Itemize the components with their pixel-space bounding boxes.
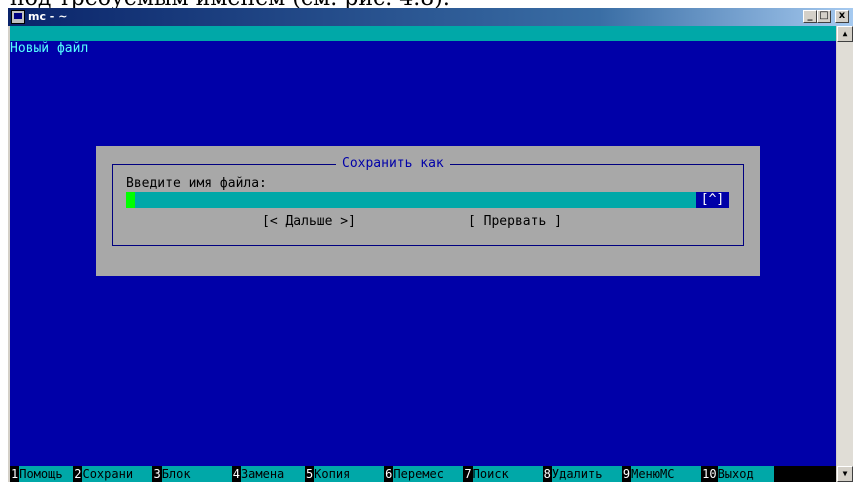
window-title: mc - ~ — [28, 10, 68, 23]
fkey-number: 7 — [463, 466, 473, 482]
minimize-button[interactable]: _ — [803, 10, 817, 23]
fkey-label: Перемес — [393, 466, 464, 482]
fkey-label: Блок — [161, 466, 232, 482]
fkey-number: 5 — [304, 466, 315, 482]
mc-window: mc - ~ _ □ x [-M--] 10 L:[ 1+ 0 1/ 1] *(… — [8, 8, 853, 482]
fkey-label: Выход — [717, 466, 774, 482]
close-button[interactable]: x — [835, 10, 849, 23]
fkey-search[interactable]: 7 Поиск — [463, 466, 543, 482]
fkey-label: Поиск — [472, 466, 543, 482]
text-cursor — [126, 192, 135, 208]
terminal-app-icon[interactable] — [11, 10, 25, 24]
fkey-move[interactable]: 6 Перемес — [384, 466, 464, 482]
fkey-number: 10 — [701, 466, 718, 482]
fkey-help[interactable]: 1 Помощь — [10, 466, 74, 482]
fkey-copy[interactable]: 5 Копия — [304, 466, 385, 482]
editor-status-line: [-M--] 10 L:[ 1+ 0 1/ 1] *(10 / 10b)= <E… — [10, 26, 836, 56]
title-bar[interactable]: mc - ~ _ □ x — [8, 8, 853, 26]
save-as-dialog: Сохранить как Введите имя файла: [^] [< … — [96, 146, 760, 276]
filename-input[interactable] — [126, 192, 726, 208]
fkey-number: 9 — [621, 466, 632, 482]
fkey-replace[interactable]: 4 Замена — [231, 466, 305, 482]
fkey-label: Удалить — [551, 466, 622, 482]
fkey-label: МенюМС — [631, 466, 702, 482]
file-name-label: Новый файл — [10, 41, 89, 56]
cancel-button[interactable]: [ Прервать ] — [468, 214, 562, 229]
next-button[interactable]: [< Дальше >] — [262, 214, 356, 229]
fkey-exit[interactable]: 10 Выход — [701, 466, 774, 482]
dialog-title: Сохранить как — [336, 156, 450, 171]
fkey-number: 2 — [73, 466, 83, 482]
fkey-label: Помощь — [19, 466, 74, 482]
fkey-delete[interactable]: 8 Удалить — [542, 466, 622, 482]
scroll-down-icon[interactable]: ▼ — [837, 466, 853, 482]
fkey-label: Замена — [240, 466, 305, 482]
history-button[interactable]: [^] — [696, 192, 729, 208]
fkey-number: 4 — [231, 466, 241, 482]
maximize-button[interactable]: □ — [817, 10, 831, 23]
fkey-label: Сохрани — [82, 466, 153, 482]
fkey-number: 3 — [152, 466, 162, 482]
document-caption: под требуемым именем (см. рис. 4.8). — [0, 0, 853, 8]
status-text: [-M--] 10 L:[ 1+ 0 1/ 1] *(10 / 10b)= <E… — [210, 41, 594, 56]
fkey-number: 1 — [10, 466, 20, 482]
fkey-number: 8 — [542, 466, 552, 482]
fkey-number: 6 — [384, 466, 394, 482]
fkey-block[interactable]: 3 Блок — [152, 466, 232, 482]
filename-prompt: Введите имя файла: — [126, 176, 267, 191]
fkey-menu[interactable]: 9 МенюМС — [621, 466, 702, 482]
vertical-scrollbar[interactable]: ▲ ▼ — [837, 26, 853, 482]
scroll-up-icon[interactable]: ▲ — [837, 26, 853, 42]
fkey-label: Копия — [314, 466, 385, 482]
fkey-save[interactable]: 2 Сохрани — [73, 466, 153, 482]
function-key-bar: 1 Помощь 2 Сохрани 3 Блок 4 Замена 5 Копия 6П… — [10, 466, 836, 482]
editor-console[interactable]: [-M--] 10 L:[ 1+ 0 1/ 1] *(10 / 10b)= <E… — [10, 26, 836, 482]
